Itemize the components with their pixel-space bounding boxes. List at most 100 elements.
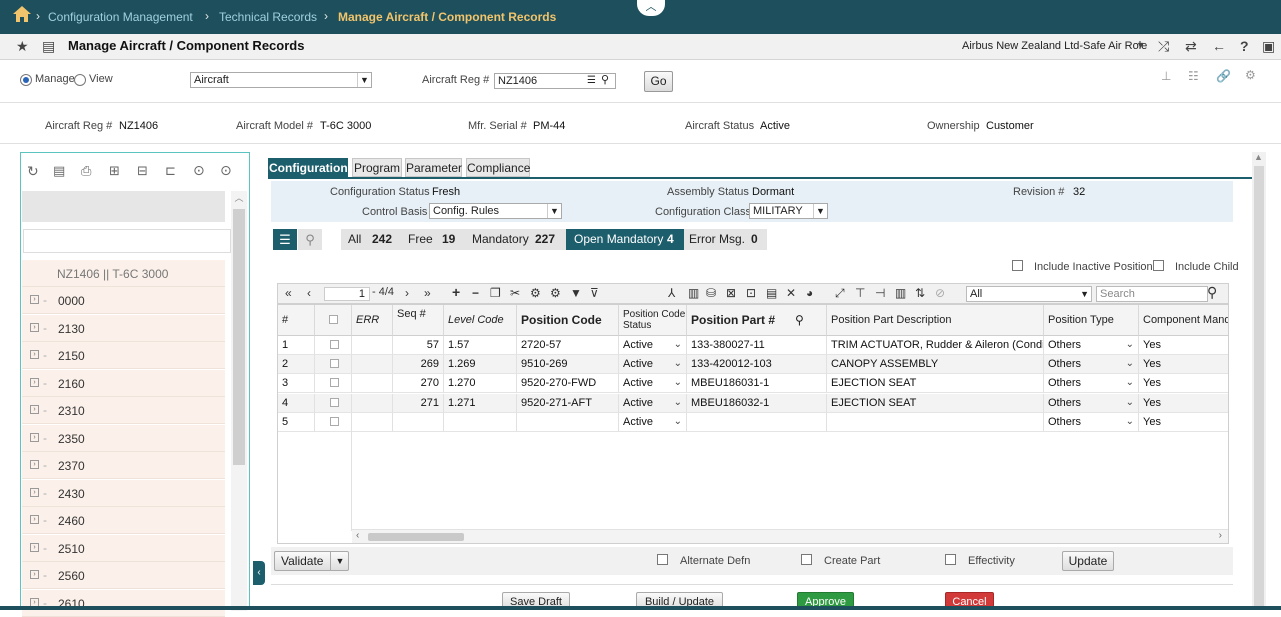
tree-item[interactable]: › ‑ 2510 bbox=[22, 534, 225, 562]
tree-item[interactable]: › ‑ 2370 bbox=[22, 452, 225, 479]
search-icon[interactable]: ⚲ bbox=[795, 305, 804, 335]
cell-position-code-status[interactable]: Active ⌄ bbox=[619, 412, 687, 432]
delete-row-icon[interactable]: − bbox=[472, 286, 479, 300]
grid-search-input[interactable]: Search bbox=[1096, 286, 1208, 302]
cell-component-mandatory[interactable]: Yes bbox=[1139, 336, 1228, 355]
cell-err[interactable] bbox=[352, 374, 393, 394]
column-header-part-description[interactable]: Position Part Description bbox=[827, 305, 1044, 336]
grid-horizontal-scrollbar[interactable]: ‹ › bbox=[352, 529, 1228, 543]
search-icon[interactable]: ⚲ bbox=[1207, 284, 1217, 301]
column-header-level-code[interactable]: Level Code bbox=[444, 305, 517, 336]
record-type-select[interactable]: Aircraft ▼ bbox=[190, 72, 372, 88]
select-all-checkbox[interactable] bbox=[329, 315, 338, 324]
clear-settings-icon[interactable]: ⚙ bbox=[550, 286, 561, 300]
cell-seq[interactable] bbox=[393, 412, 444, 432]
tree-item[interactable]: › ‑ 2350 bbox=[22, 424, 225, 452]
help-icon[interactable]: ? bbox=[1240, 38, 1249, 54]
pin-icon[interactable]: ⊥ bbox=[1161, 69, 1171, 83]
cell-component-mandatory[interactable]: Yes bbox=[1139, 355, 1228, 375]
star-icon[interactable]: ★ bbox=[16, 38, 29, 55]
expand-icon[interactable]: › bbox=[30, 460, 39, 469]
cell-position-type[interactable]: Others ⌄ bbox=[1044, 412, 1139, 432]
cell-part-description[interactable]: CANOPY ASSEMBLY bbox=[827, 355, 1044, 375]
clear-icon[interactable]: ✕ bbox=[786, 286, 796, 300]
collapse-header-button[interactable]: ︿ bbox=[637, 0, 665, 16]
sort-icon[interactable]: ⇅ bbox=[915, 286, 925, 300]
tree-item[interactable]: › ‑ 0000 bbox=[22, 287, 225, 314]
cell-position-code-status[interactable]: Active ⌄ bbox=[619, 374, 687, 394]
filter-icon[interactable]: ▼ bbox=[570, 286, 582, 300]
expand-icon[interactable]: › bbox=[30, 295, 39, 304]
column-header-seq[interactable]: Seq # bbox=[393, 305, 444, 336]
shuffle-icon[interactable]: ⤮ bbox=[1158, 38, 1169, 55]
chevron-down-icon[interactable]: ⌄ bbox=[1126, 413, 1134, 431]
row-checkbox[interactable] bbox=[330, 359, 339, 369]
cell-err[interactable] bbox=[352, 412, 393, 432]
column-header-position-code[interactable]: Position Code bbox=[517, 305, 619, 336]
page-scrollbar-thumb[interactable] bbox=[1254, 166, 1264, 606]
cell-position-part[interactable]: MBEU186031-1 bbox=[687, 374, 827, 394]
column-header-position-type[interactable]: Position Type bbox=[1044, 305, 1139, 336]
expand-icon[interactable]: › bbox=[30, 432, 39, 442]
columns-icon[interactable]: ▥ bbox=[895, 286, 906, 300]
tree-scrollbar[interactable]: ︿ bbox=[231, 191, 247, 611]
expand-icon[interactable]: › bbox=[30, 377, 39, 387]
breadcrumb-item-technical-records[interactable]: Technical Records bbox=[219, 10, 317, 24]
cell-num[interactable]: 5 bbox=[278, 412, 315, 432]
effectivity-checkbox[interactable] bbox=[945, 554, 956, 565]
list-lookup-icon[interactable]: ☰ bbox=[587, 74, 596, 88]
filter-tree-icon[interactable]: ⊟ bbox=[137, 163, 148, 179]
cell-level-code[interactable]: 1.270 bbox=[444, 374, 517, 394]
column-header-num[interactable]: # bbox=[278, 305, 315, 336]
refresh-icon[interactable]: ↻ bbox=[27, 163, 39, 180]
pdf-icon[interactable]: ⅄ bbox=[668, 286, 675, 300]
list-icon[interactable]: ☷ bbox=[1188, 69, 1199, 83]
cell-select[interactable] bbox=[315, 412, 352, 432]
excel-icon[interactable]: ⊠ bbox=[726, 286, 736, 300]
tree-item[interactable]: › ‑ 2150 bbox=[22, 342, 225, 369]
row-checkbox[interactable] bbox=[330, 340, 339, 349]
cell-position-code[interactable]: 9510-269 bbox=[517, 355, 619, 375]
cell-position-part[interactable]: 133-380027-11 bbox=[687, 336, 827, 355]
chevron-down-icon[interactable]: ⌄ bbox=[674, 394, 682, 412]
cell-level-code[interactable]: 1.271 bbox=[444, 393, 517, 413]
page-number-input[interactable]: 1 bbox=[324, 287, 370, 301]
back-arrow-icon[interactable]: ← bbox=[1212, 38, 1226, 54]
document-icon[interactable]: ▤ bbox=[53, 163, 65, 179]
home-icon[interactable] bbox=[12, 5, 32, 23]
breadcrumb-item-configuration-management[interactable]: Configuration Management bbox=[48, 10, 193, 24]
database-icon[interactable]: ⛁ bbox=[706, 286, 716, 300]
expand-icon[interactable]: › bbox=[30, 405, 39, 414]
cell-err[interactable] bbox=[352, 393, 393, 413]
fullscreen-icon[interactable]: ⤢ bbox=[835, 286, 845, 301]
cell-position-type[interactable]: Others ⌄ bbox=[1044, 374, 1139, 394]
chevron-down-icon[interactable]: ⌄ bbox=[674, 336, 682, 354]
export-icon[interactable]: ⊞ bbox=[109, 163, 120, 179]
cell-level-code[interactable] bbox=[444, 412, 517, 432]
filter-free-count[interactable]: 19 bbox=[442, 229, 455, 250]
chevron-down-icon[interactable]: ⌄ bbox=[1126, 374, 1134, 392]
chevron-down-icon[interactable]: ⌄ bbox=[1126, 394, 1134, 412]
cell-position-type[interactable]: Others ⌄ bbox=[1044, 336, 1139, 355]
cell-part-description[interactable]: EJECTION SEAT bbox=[827, 374, 1044, 394]
expand-icon[interactable]: › bbox=[30, 542, 39, 552]
cell-part-description[interactable]: TRIM ACTUATOR, Rudder & Aileron (Conditi… bbox=[827, 336, 1044, 355]
filter-error-label[interactable]: Error Msg. bbox=[689, 229, 745, 250]
config-class-select[interactable]: MILITARY ▼ bbox=[749, 203, 828, 219]
expand-all-icon[interactable]: ⊙ bbox=[193, 162, 205, 179]
cell-position-code[interactable]: 2720-57 bbox=[517, 336, 619, 355]
chevron-right-icon[interactable]: › bbox=[1219, 530, 1222, 541]
print-icon[interactable]: ⎙ bbox=[81, 163, 91, 179]
control-basis-select[interactable]: Config. Rules ▼ bbox=[429, 203, 562, 219]
cell-num[interactable]: 1 bbox=[278, 336, 315, 355]
chevron-up-icon[interactable]: ︿ bbox=[232, 191, 246, 205]
tree-item[interactable]: › ‑ 2560 bbox=[22, 562, 225, 589]
page-scrollbar[interactable]: ▲ bbox=[1252, 152, 1266, 610]
link-icon[interactable]: 🔗 bbox=[1216, 69, 1231, 83]
row-checkbox[interactable] bbox=[330, 416, 339, 426]
search-toggle-button[interactable]: ⚲ bbox=[298, 229, 322, 250]
cell-level-code[interactable]: 1.269 bbox=[444, 355, 517, 375]
chevron-left-icon[interactable]: ‹ bbox=[356, 530, 359, 541]
cell-position-part[interactable] bbox=[687, 412, 827, 432]
cell-position-part[interactable]: 133-420012-103 bbox=[687, 355, 827, 375]
